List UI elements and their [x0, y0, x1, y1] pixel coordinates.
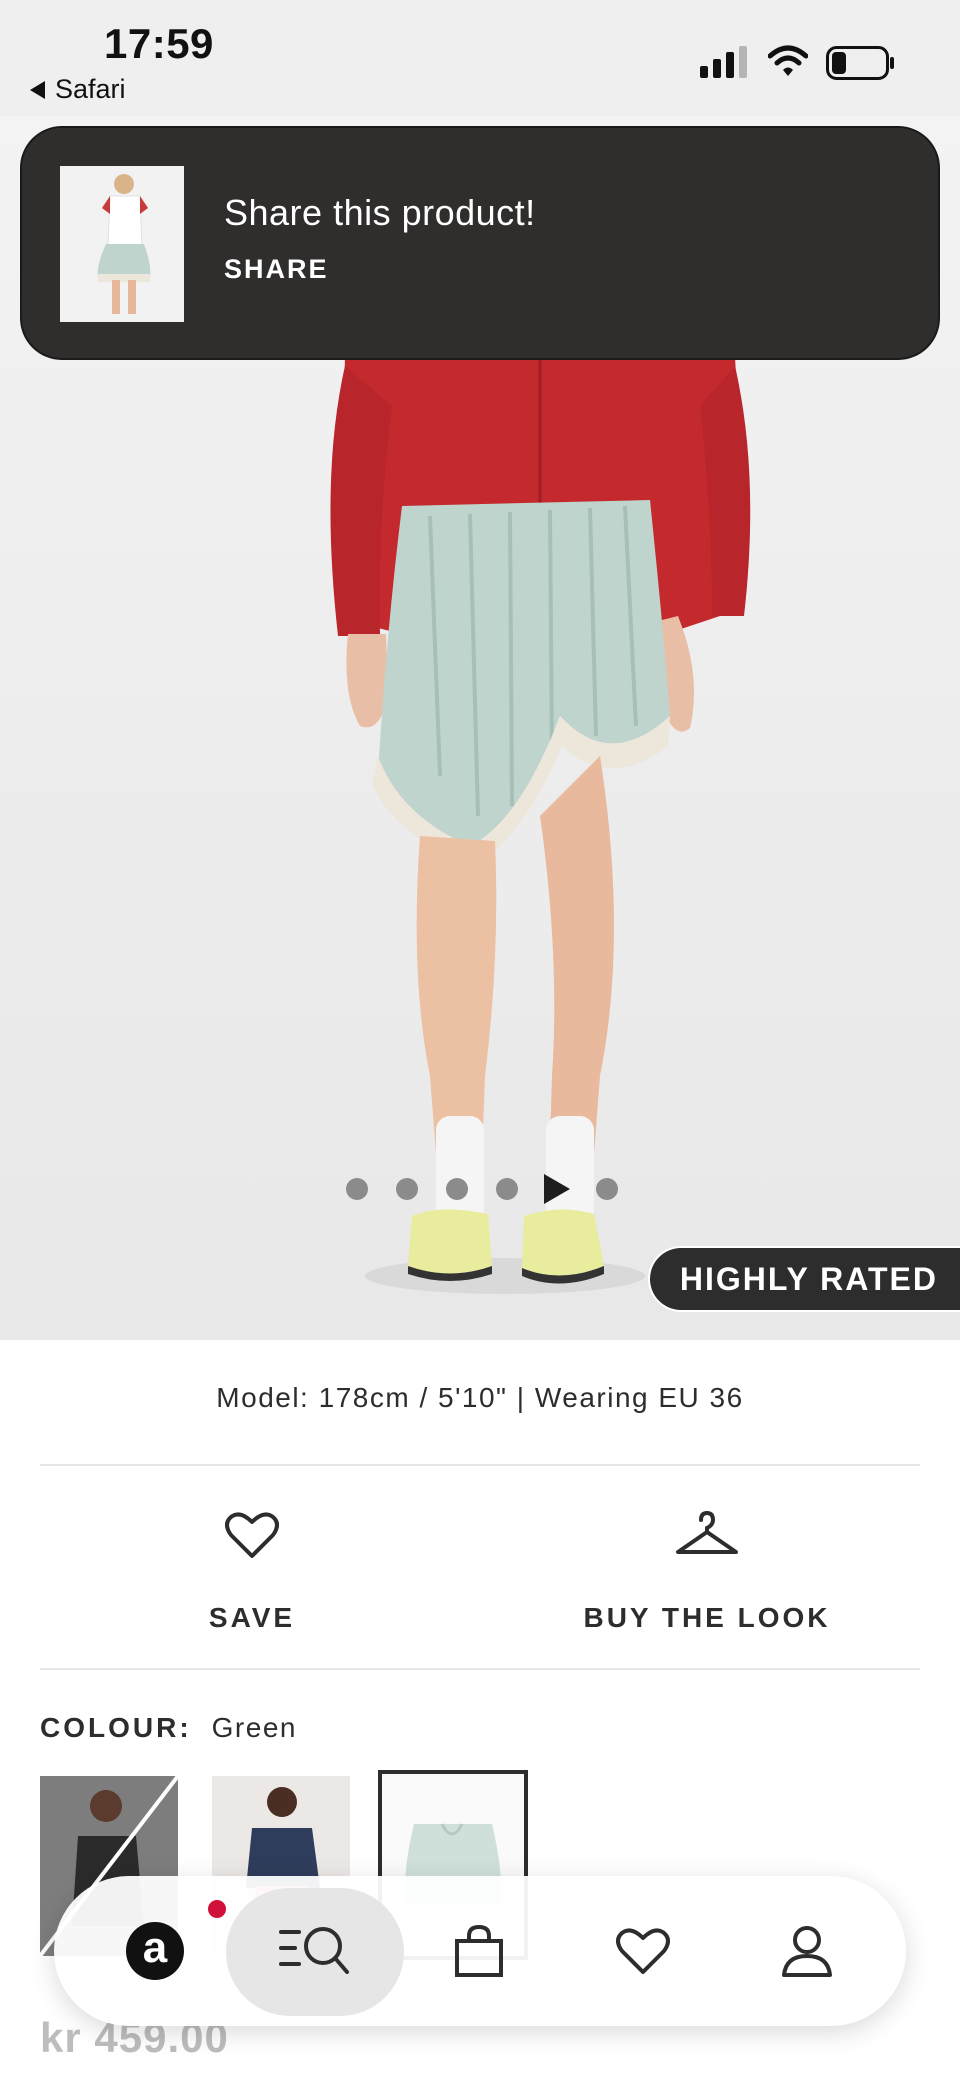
carousel-dot[interactable] — [446, 1178, 468, 1200]
colour-label: COLOUR: — [40, 1712, 192, 1743]
battery-icon — [826, 46, 894, 80]
carousel-dot[interactable] — [596, 1178, 618, 1200]
colour-row: COLOUR: Green — [40, 1712, 297, 1744]
carousel-dot[interactable] — [496, 1178, 518, 1200]
status-bar: 17:59 Safari — [0, 0, 960, 116]
bottom-nav: a — [54, 1876, 906, 2026]
back-arrow-icon — [30, 80, 45, 99]
asos-logo-icon: a — [126, 1922, 184, 1980]
buy-the-look-button[interactable]: BUY THE LOOK — [580, 1510, 834, 1634]
colour-value: Green — [211, 1712, 297, 1743]
carousel-indicator[interactable] — [346, 1174, 618, 1204]
back-to-safari[interactable]: Safari — [30, 74, 126, 105]
highly-rated-badge: HIGHLY RATED — [647, 1246, 960, 1312]
search-icon — [279, 1927, 349, 1974]
save-button[interactable]: SAVE — [160, 1510, 344, 1634]
heart-icon — [225, 1512, 279, 1558]
buy-the-look-label: BUY THE LOOK — [583, 1602, 831, 1633]
nav-bag[interactable] — [404, 1876, 554, 2026]
nav-search[interactable] — [226, 1876, 404, 2026]
save-label: SAVE — [208, 1602, 296, 1633]
account-icon — [782, 1926, 832, 1977]
notification-dot — [208, 1900, 226, 1918]
model-info: Model: 178cm / 5'10" | Wearing EU 36 — [216, 1382, 744, 1413]
back-app-label: Safari — [55, 74, 126, 104]
heart-icon — [616, 1928, 670, 1974]
divider — [40, 1668, 920, 1670]
shopping-bag-icon — [455, 1924, 503, 1977]
share-title: Share this product! — [224, 192, 536, 233]
nav-saved[interactable] — [568, 1876, 718, 2026]
nav-home[interactable]: a — [80, 1876, 230, 2026]
share-toast[interactable]: Share this product! SHARE — [20, 126, 940, 360]
share-product-thumbnail — [60, 166, 184, 322]
cellular-signal-icon — [700, 46, 747, 78]
hanger-icon — [676, 1510, 738, 1554]
wifi-icon — [768, 45, 808, 76]
share-button[interactable]: SHARE — [224, 254, 329, 285]
nav-account[interactable] — [732, 1876, 882, 2026]
play-video-icon[interactable] — [544, 1174, 570, 1204]
logo-letter: a — [142, 1923, 168, 1972]
divider — [40, 1464, 920, 1466]
carousel-dot[interactable] — [346, 1178, 368, 1200]
status-time: 17:59 — [104, 20, 214, 67]
carousel-dot[interactable] — [396, 1178, 418, 1200]
